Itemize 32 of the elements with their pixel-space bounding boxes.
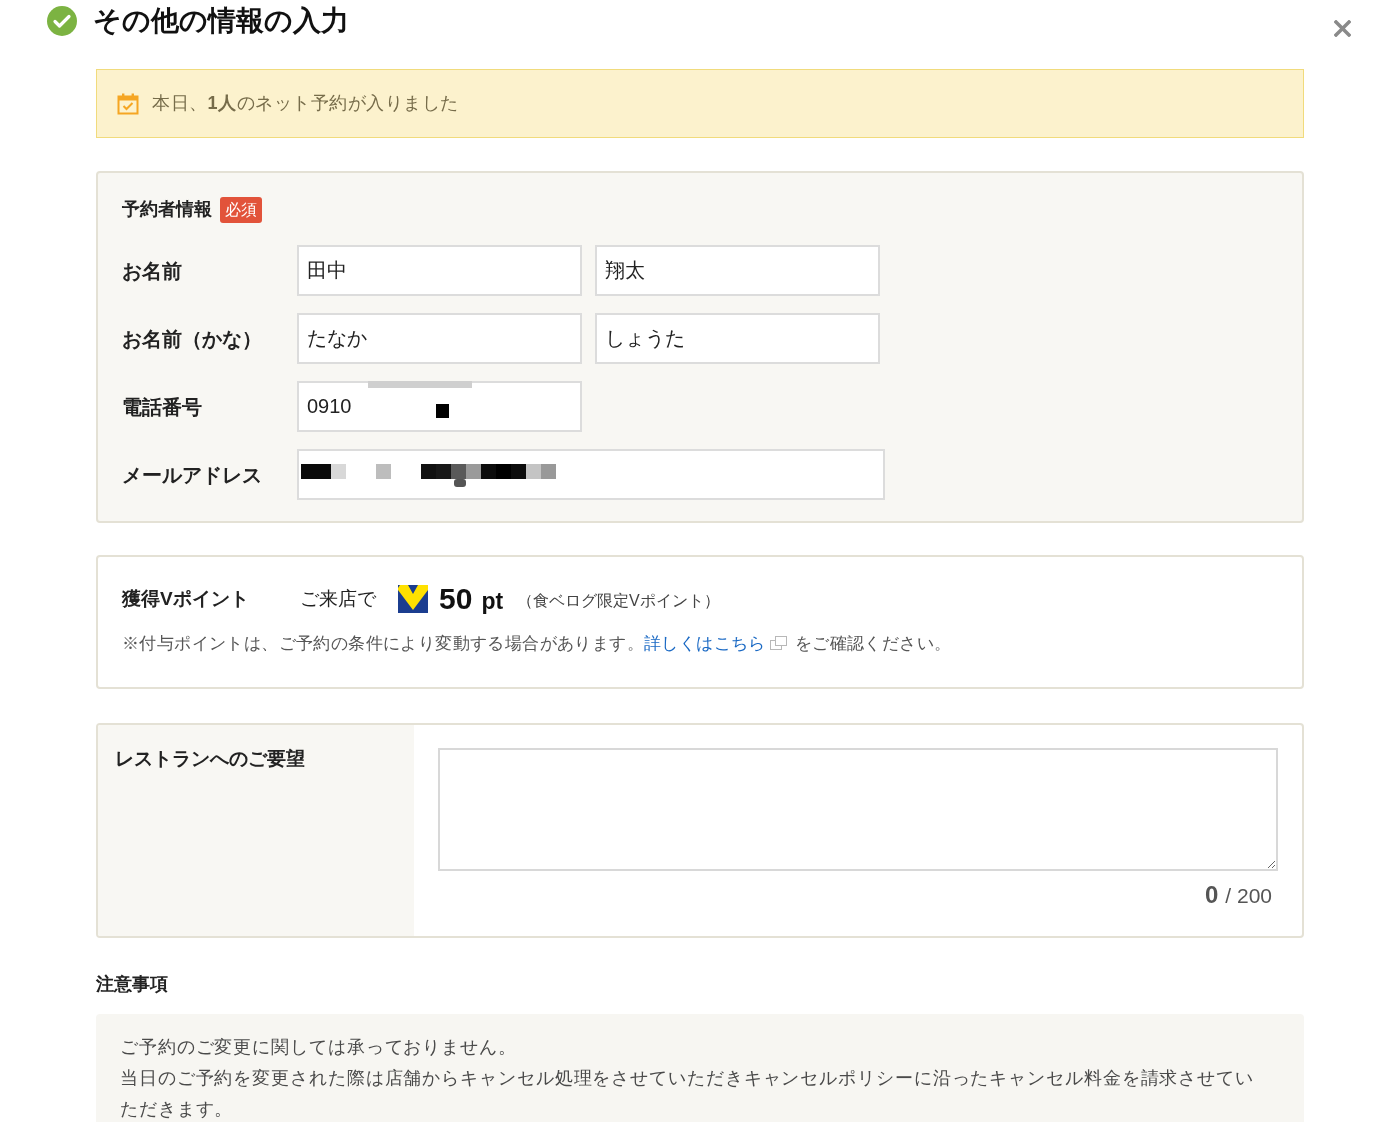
text-field[interactable]: 翔太: [595, 245, 880, 296]
notes-heading: 注意事項: [96, 973, 169, 996]
points-amount: 50: [439, 581, 473, 617]
text-field[interactable]: [297, 449, 885, 500]
char-count: 0: [1204, 880, 1219, 910]
section-heading: 予約者情報: [122, 198, 212, 221]
request-label: レストランへのご要望: [115, 748, 305, 769]
field-label: 電話番号: [122, 394, 203, 420]
notes-text: ご予約のご変更に関しては承っておりません。: [120, 1036, 518, 1059]
field-label: お名前（かな）: [122, 326, 263, 352]
check-circle-icon: [47, 6, 77, 36]
dialog-title: その他の情報の入力: [93, 5, 349, 37]
notice-text: 本日、1人のネット予約が入りました: [152, 92, 459, 115]
close-button[interactable]: [1334, 20, 1351, 37]
points-unit: pt: [481, 586, 504, 616]
points-condition: ご来店で: [300, 586, 376, 611]
char-limit: / 200: [1225, 883, 1272, 909]
text-field[interactable]: たなか: [297, 313, 582, 364]
details-link[interactable]: 詳しくはこちら: [644, 634, 787, 653]
external-window-icon: [769, 636, 787, 650]
field-label: お名前: [122, 258, 183, 284]
v-point-logo-icon: [398, 585, 428, 613]
points-label: 獲得Vポイント: [122, 586, 250, 611]
notes-text: 当日のご予約を変更された際は店舗からキャンセル処理をさせていただきキャンセルポリシーに沿ったキャンセル料金を請求させていただきます。: [120, 1067, 1255, 1121]
points-note: （食ベログ限定Vポイント）: [517, 590, 720, 611]
text-field[interactable]: 田中: [297, 245, 582, 296]
field-label: メールアドレス: [122, 462, 263, 488]
points-disclaimer: ※付与ポイントは、ご予約の条件により変動する場合があります。詳しくはこちら をご確認ください。: [122, 633, 953, 655]
calendar-check-icon: [117, 92, 139, 115]
required-badge: 必須: [220, 196, 262, 223]
text-field[interactable]: しょうた: [595, 313, 880, 364]
text-field[interactable]: 0910: [297, 381, 582, 432]
